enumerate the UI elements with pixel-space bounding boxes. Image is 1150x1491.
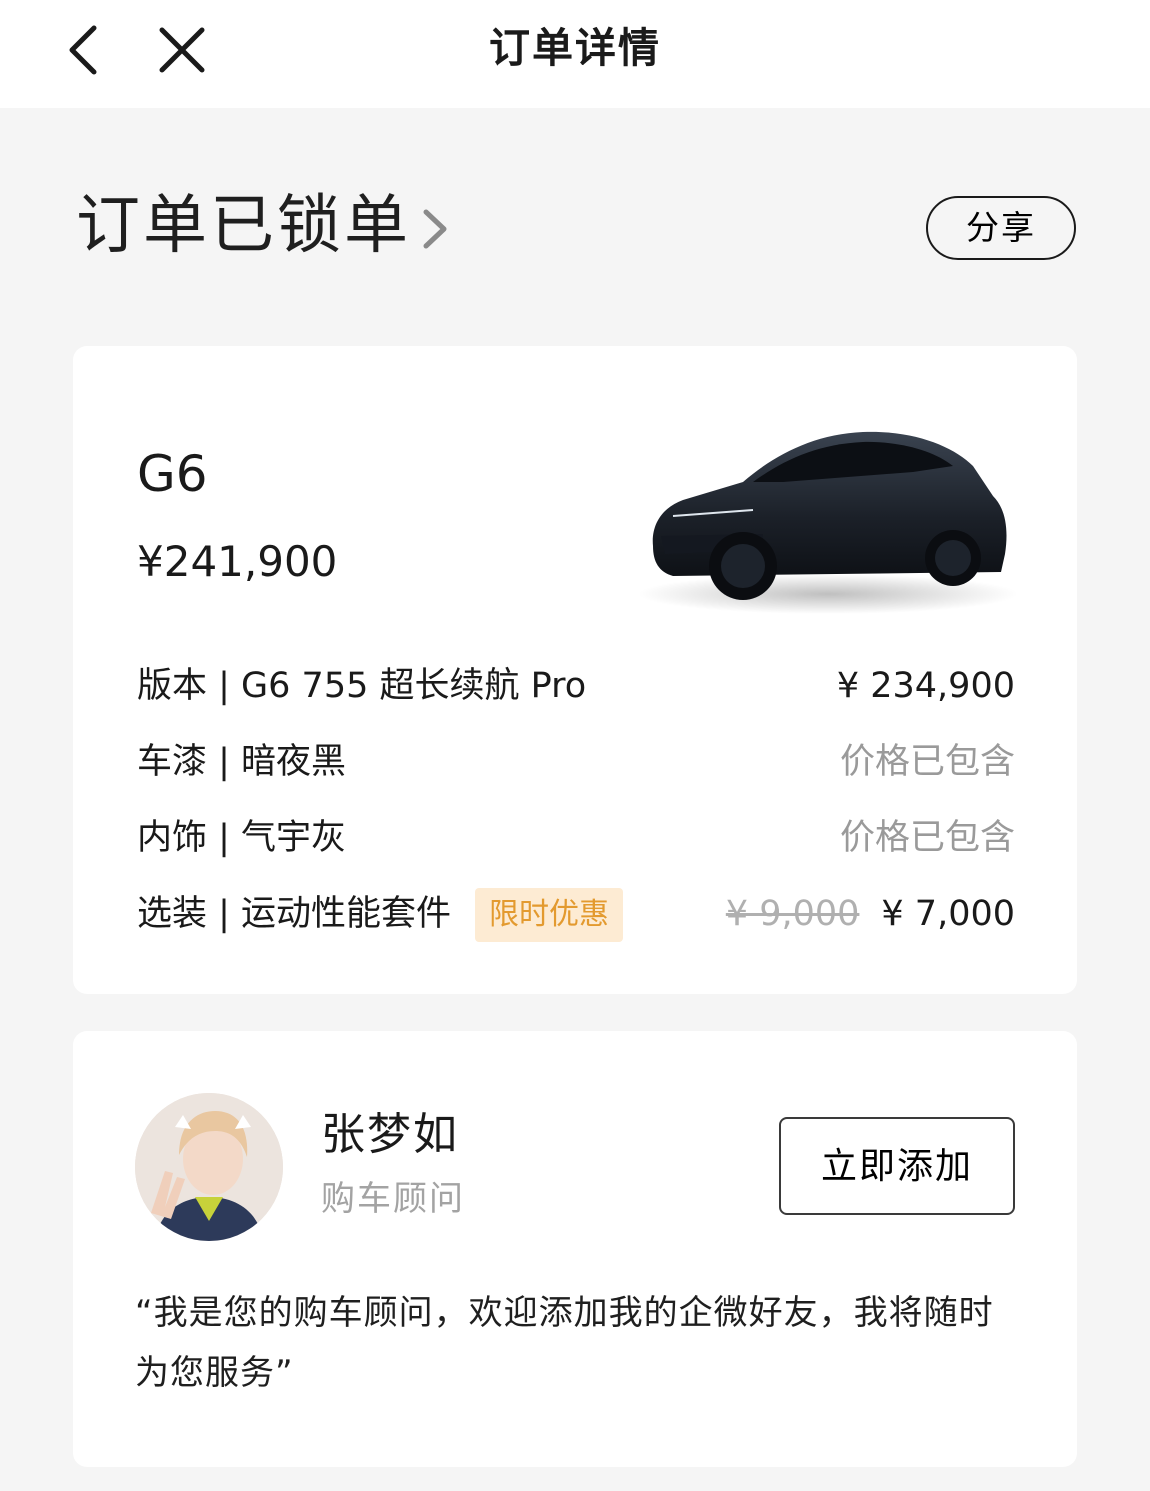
spec-row-interior: 内饰 | 气宇灰 价格已包含	[137, 812, 1015, 864]
model-price: ¥241,900	[137, 537, 338, 586]
model-name: G6	[137, 445, 208, 503]
spec-price: 价格已包含	[839, 742, 1015, 782]
car-image	[638, 431, 1018, 614]
spec-label: 版本 | G6 755 超长续航 Pro	[137, 666, 587, 706]
advisor-photo	[135, 1093, 283, 1241]
advisor-name: 张梦如	[321, 1109, 459, 1160]
advisor-message: “我是您的购车顾问，欢迎添加我的企微好友，我将随时为您服务”	[135, 1293, 994, 1393]
spec-price-group: ¥ 9,000 ¥ 7,000	[726, 888, 1015, 940]
order-card: G6 ¥241,900 版本 | G6 755 超长续航 Pro ¥ 234,9…	[73, 346, 1077, 994]
spec-price: ¥ 234,900	[836, 666, 1015, 706]
add-advisor-button[interactable]: 立即添加	[779, 1117, 1015, 1215]
spec-label: 车漆 | 暗夜黑	[137, 742, 347, 782]
spec-price: ¥ 7,000	[881, 894, 1015, 934]
spec-row-paint: 车漆 | 暗夜黑 价格已包含	[137, 736, 1015, 788]
original-price: ¥ 9,000	[725, 894, 860, 934]
spec-row-version: 版本 | G6 755 超长续航 Pro ¥ 234,900	[137, 660, 1015, 712]
spec-row-option: 选装 | 运动性能套件 限时优惠 ¥ 9,000 ¥ 7,000	[137, 888, 1015, 942]
promo-badge: 限时优惠	[475, 888, 623, 942]
spec-label: 选装 | 运动性能套件	[137, 894, 452, 934]
spec-price: 价格已包含	[839, 818, 1015, 858]
advisor-card: 张梦如 购车顾问 立即添加 “我是您的购车顾问，欢迎添加我的企微好友，我将随时为…	[73, 1031, 1077, 1467]
chevron-right-icon	[423, 209, 447, 249]
avatar	[135, 1093, 283, 1241]
advisor-role: 购车顾问	[321, 1179, 465, 1219]
share-button[interactable]: 分享	[926, 196, 1076, 260]
order-status-title[interactable]: 订单已锁单	[76, 188, 411, 264]
top-nav-bar: 订单详情	[0, 0, 1150, 108]
page-title: 订单详情	[489, 24, 661, 72]
spec-label: 内饰 | 气宇灰	[137, 818, 347, 858]
order-status-row[interactable]: 订单已锁单 分享	[76, 188, 1076, 268]
